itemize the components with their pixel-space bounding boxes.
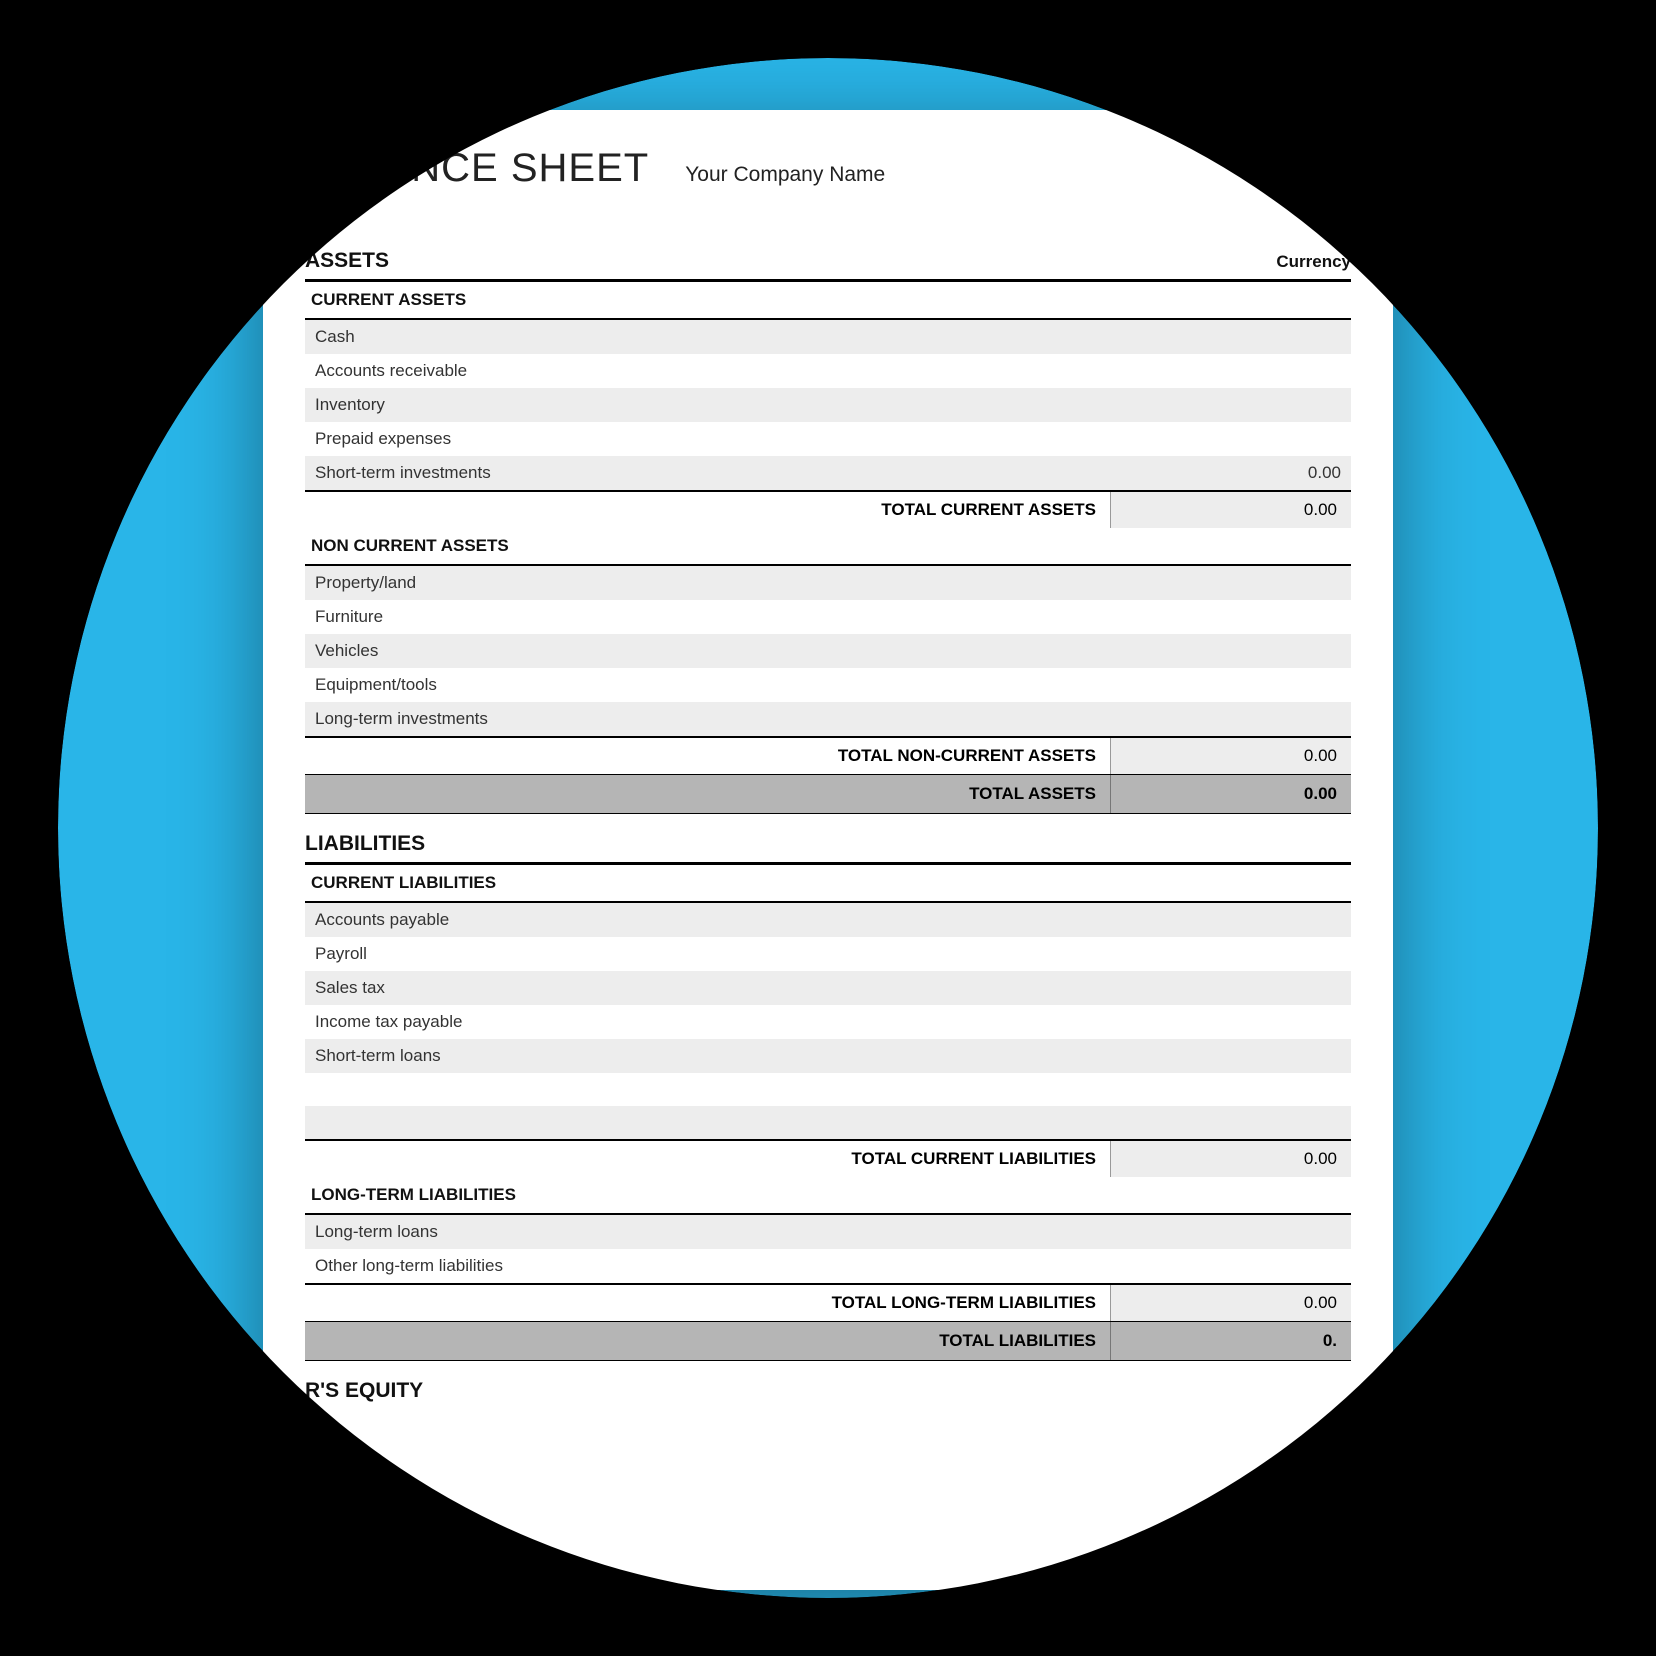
total-longterm-liabilities-row: TOTAL LONG-TERM LIABILITIES 0.00 [305,1283,1351,1321]
equity-section-header: R'S EQUITY [305,1379,1351,1409]
total-assets-row: TOTAL ASSETS 0.00 [305,774,1351,814]
row-label: Sales tax [315,978,1261,998]
total-noncurrent-assets-row: TOTAL NON-CURRENT ASSETS 0.00 [305,736,1351,774]
total-liabilities-row: TOTAL LIABILITIES 0. [305,1321,1351,1361]
row-label: Long-term loans [315,1222,1261,1242]
row-label: Accounts payable [315,910,1261,930]
liability-row: Long-term loans [305,1215,1351,1249]
asset-row: Equipment/tools [305,668,1351,702]
current-assets-header: CURRENT ASSETS [305,282,1351,320]
total-current-assets-row: TOTAL CURRENT ASSETS 0.00 [305,490,1351,528]
total-label: TOTAL NON-CURRENT ASSETS [305,738,1111,774]
total-value: 0.00 [1111,775,1351,813]
row-label: Property/land [315,573,1261,593]
row-label: Vehicles [315,641,1261,661]
assets-section-header: ASSETS Currency [305,249,1351,282]
asset-row: Property/land [305,566,1351,600]
row-label: Accounts receivable [315,361,1261,381]
noncurrent-assets-header: NON CURRENT ASSETS [305,528,1351,566]
row-label: Short-term loans [315,1046,1261,1066]
balance-sheet-document: BALANCE SHEET Your Company Name Date ASS… [263,110,1393,1590]
row-label: Long-term investments [315,709,1261,729]
total-value: 0. [1111,1322,1351,1360]
equity-label: R'S EQUITY [305,1379,423,1403]
liability-row: Other long-term liabilities [305,1249,1351,1283]
row-value: 0.00 [1261,463,1341,483]
asset-row: Short-term investments0.00 [305,456,1351,490]
total-label: TOTAL LIABILITIES [305,1322,1111,1360]
document-title: BALANCE SHEET [305,146,649,191]
asset-row: Accounts receivable [305,354,1351,388]
asset-row: Prepaid expenses [305,422,1351,456]
total-value: 0.00 [1111,1141,1351,1177]
total-label: TOTAL CURRENT LIABILITIES [305,1141,1111,1177]
total-value: 0.00 [1111,1285,1351,1321]
total-value: 0.00 [1111,492,1351,528]
asset-row: Inventory [305,388,1351,422]
liability-row [305,1073,1351,1106]
asset-row: Vehicles [305,634,1351,668]
longterm-liabilities-header: LONG-TERM LIABILITIES [305,1177,1351,1215]
currency-label: Currency [1276,252,1351,272]
row-label: Furniture [315,607,1261,627]
total-value: 0.00 [1111,738,1351,774]
liability-row: Short-term loans [305,1039,1351,1073]
row-label: Other long-term liabilities [315,1256,1261,1276]
total-current-liabilities-row: TOTAL CURRENT LIABILITIES 0.00 [305,1139,1351,1177]
liability-row: Accounts payable [305,903,1351,937]
total-label: TOTAL ASSETS [305,775,1111,813]
liability-row [305,1106,1351,1139]
total-label: TOTAL LONG-TERM LIABILITIES [305,1285,1111,1321]
row-label: Inventory [315,395,1261,415]
row-label: Prepaid expenses [315,429,1261,449]
document-header: BALANCE SHEET Your Company Name [305,146,1351,191]
company-name: Your Company Name [685,163,885,187]
liability-row: Income tax payable [305,1005,1351,1039]
asset-row: Long-term investments [305,702,1351,736]
row-label: Payroll [315,944,1261,964]
asset-row: Furniture [305,600,1351,634]
row-label: Income tax payable [315,1012,1261,1032]
assets-label: ASSETS [305,249,389,273]
date-label: Date [311,205,1351,225]
liabilities-section-header: LIABILITIES [305,832,1351,865]
row-label: Cash [315,327,1261,347]
asset-row: Cash [305,320,1351,354]
total-label: TOTAL CURRENT ASSETS [305,492,1111,528]
row-label: Short-term investments [315,463,1261,483]
liability-row: Sales tax [305,971,1351,1005]
row-label: Equipment/tools [315,675,1261,695]
liability-row: Payroll [305,937,1351,971]
current-liabilities-header: CURRENT LIABILITIES [305,865,1351,903]
liabilities-label: LIABILITIES [305,832,425,856]
